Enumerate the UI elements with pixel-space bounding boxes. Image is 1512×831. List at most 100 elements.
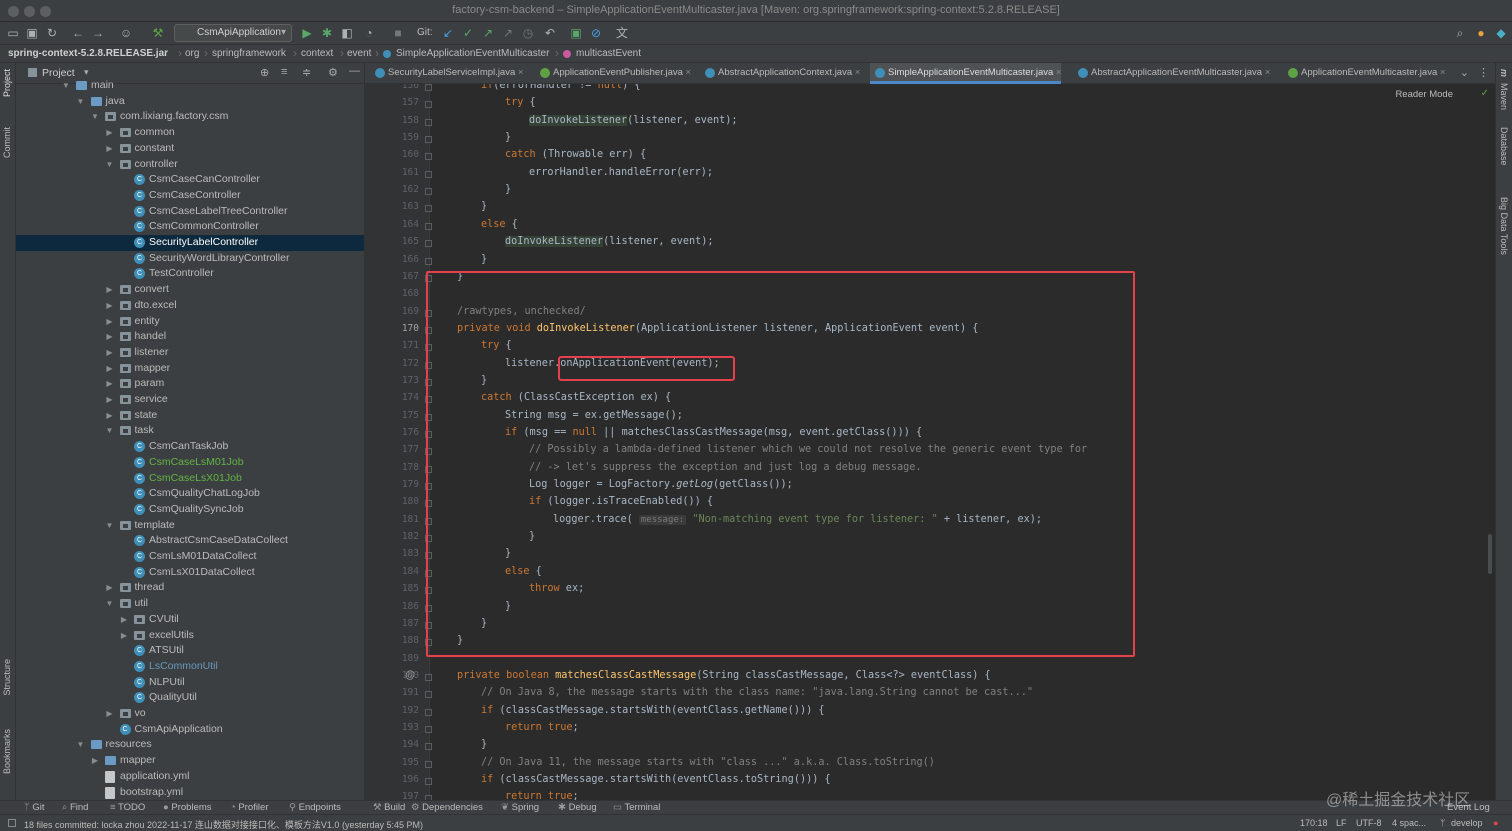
fold-marker-icon[interactable] <box>425 778 432 785</box>
run-icon[interactable]: ▶ <box>299 25 315 41</box>
tool-tab-project[interactable]: Project <box>2 69 12 97</box>
tree-item[interactable]: ▶ mapper <box>16 753 364 769</box>
tree-item[interactable]: C QualityUtil <box>16 690 364 706</box>
chevron-down-icon[interactable]: ▼ <box>90 109 100 124</box>
hide-icon[interactable]: — <box>349 65 360 77</box>
chevron-right-icon[interactable]: ▶ <box>105 125 115 140</box>
tree-item[interactable]: ▼ resources <box>16 737 364 753</box>
profile-icon[interactable]: ◔ <box>361 25 377 41</box>
run-configuration-select[interactable]: CsmApiApplication ▾ <box>174 24 292 42</box>
chevron-right-icon[interactable]: ▶ <box>90 753 100 768</box>
close-icon[interactable]: × <box>1262 67 1271 78</box>
fold-marker-icon[interactable] <box>425 240 432 248</box>
fold-marker-icon[interactable] <box>425 673 432 681</box>
tool-tab-maven[interactable]: Maven <box>1499 83 1509 110</box>
tree-item[interactable]: ▼ main <box>16 78 364 94</box>
tree-item[interactable]: ▶ param <box>16 376 364 392</box>
status-message[interactable]: 18 files committed: locka zhou 2022-11-1… <box>24 818 423 831</box>
fold-marker-icon[interactable] <box>425 101 432 109</box>
chevron-right-icon[interactable]: ▶ <box>105 329 115 344</box>
tree-item[interactable]: C CsmQualityChatLogJob <box>16 486 364 502</box>
fold-marker-icon[interactable] <box>425 222 432 230</box>
tool-button-find[interactable]: ⌕ Find <box>62 802 88 813</box>
open-folder-icon[interactable]: ▭ <box>5 25 21 41</box>
tree-item[interactable]: C CsmApiApplication <box>16 722 364 738</box>
close-icon[interactable]: × <box>683 67 692 78</box>
line-separator[interactable]: LF <box>1336 818 1347 828</box>
tool-button-git[interactable]: ᛘ Git <box>24 802 44 813</box>
close-icon[interactable]: × <box>1053 67 1062 78</box>
tree-item[interactable]: C CsmCaseLsX01Job <box>16 471 364 487</box>
git-branch[interactable]: develop <box>1451 818 1483 828</box>
breadcrumb-event[interactable]: event <box>347 48 371 59</box>
editor-tab[interactable]: SimpleApplicationEventMulticaster.java × <box>870 63 1062 84</box>
fold-marker-icon[interactable] <box>425 725 432 733</box>
breadcrumb-method[interactable]: multicastEvent <box>576 48 641 59</box>
tool-tab-bookmarks[interactable]: Bookmarks <box>2 729 12 774</box>
more-icon[interactable]: ⋮ <box>1478 66 1489 79</box>
chevron-down-icon[interactable]: ▼ <box>76 94 86 109</box>
chevron-down-icon[interactable]: ⌄ <box>1460 66 1469 79</box>
tool-tab-database[interactable]: Database <box>1499 127 1509 166</box>
line-number-gutter[interactable]: @ 156 157 158 159 160 161 162 163 164 165 166 167 16… <box>365 84 432 800</box>
search-icon[interactable]: ⌕ <box>1452 25 1468 41</box>
fold-marker-icon[interactable] <box>425 205 432 213</box>
file-encoding[interactable]: UTF-8 <box>1356 818 1382 828</box>
tool-button-problems[interactable]: ● Problems <box>163 802 212 813</box>
tool-button-debug[interactable]: ✱ Debug <box>558 802 597 813</box>
fold-marker-icon[interactable] <box>425 188 432 196</box>
tree-item[interactable]: ▼ controller <box>16 157 364 173</box>
tree-item[interactable]: C CsmCaseController <box>16 188 364 204</box>
chevron-right-icon[interactable]: ▶ <box>105 314 115 329</box>
tree-item[interactable]: C CsmCommonController <box>16 219 364 235</box>
fold-marker-icon[interactable] <box>425 118 432 126</box>
chevron-right-icon[interactable]: ▶ <box>105 706 115 721</box>
editor-tab[interactable]: ApplicationEventMulticaster.java × <box>1283 63 1445 84</box>
fold-marker-icon[interactable] <box>425 743 432 751</box>
back-icon[interactable]: ← <box>70 25 86 41</box>
editor-tab[interactable]: SecurityLabelServiceImpl.java × <box>370 63 523 84</box>
git-push-icon[interactable]: ↗ <box>480 25 496 41</box>
tree-item[interactable]: ▶ handel <box>16 329 364 345</box>
git-update-icon[interactable]: ↙ <box>440 25 456 41</box>
chevron-right-icon[interactable]: ▶ <box>105 345 115 360</box>
tree-item[interactable]: C CsmCaseLsM01Job <box>16 455 364 471</box>
tree-item[interactable]: application.yml <box>16 769 364 785</box>
fold-marker-icon[interactable] <box>425 760 432 768</box>
debug-icon[interactable]: ✱ <box>319 25 335 41</box>
tree-item[interactable]: C CsmLsM01DataCollect <box>16 549 364 565</box>
tree-item[interactable]: C SecurityLabelController <box>16 235 364 251</box>
chevron-right-icon[interactable]: ▶ <box>119 612 129 627</box>
chevron-right-icon[interactable]: ▶ <box>105 392 115 407</box>
build-hammer-icon[interactable]: ⚒ <box>150 25 166 41</box>
plugin-icon[interactable]: ▣ <box>568 25 584 41</box>
fold-marker-icon[interactable] <box>425 257 432 265</box>
translate-icon[interactable]: 文 <box>614 25 630 41</box>
user-icon[interactable]: ☺ <box>118 25 134 41</box>
forward-icon[interactable]: → <box>90 25 106 41</box>
save-icon[interactable]: ▣ <box>24 25 40 41</box>
chevron-down-icon[interactable]: ▼ <box>105 518 115 533</box>
caret-position[interactable]: 170:18 <box>1300 818 1328 828</box>
git-commit-icon[interactable]: ✓ <box>460 25 476 41</box>
fold-marker-icon[interactable] <box>425 691 432 699</box>
breadcrumb-org[interactable]: org <box>185 48 199 59</box>
tree-item[interactable]: ▼ com.lixiang.factory.csm <box>16 109 364 125</box>
tree-item[interactable]: ▶ constant <box>16 141 364 157</box>
tool-button-todo[interactable]: ≡ TODO <box>110 802 145 813</box>
tree-item[interactable]: bootstrap.yml <box>16 785 364 801</box>
breadcrumb-jar[interactable]: spring-context-5.2.8.RELEASE.jar <box>8 48 168 59</box>
tree-item[interactable]: ▶ service <box>16 392 364 408</box>
chevron-down-icon[interactable]: ▼ <box>61 78 71 93</box>
git-history-icon[interactable]: ◷ <box>520 25 536 41</box>
tool-button-terminal[interactable]: ▭ Terminal <box>613 802 660 813</box>
tool-button-spring[interactable]: ❦ Spring <box>501 802 539 813</box>
chevron-right-icon[interactable]: ▶ <box>105 376 115 391</box>
tree-item[interactable]: C ATSUtil <box>16 643 364 659</box>
chevron-right-icon[interactable]: ▶ <box>105 580 115 595</box>
block-icon[interactable]: ⊘ <box>588 25 604 41</box>
close-icon[interactable]: × <box>852 67 861 78</box>
tree-item[interactable]: C AbstractCsmCaseDataCollect <box>16 533 364 549</box>
tree-item[interactable]: ▶ listener <box>16 345 364 361</box>
git-pull-icon[interactable]: ↗ <box>500 25 516 41</box>
